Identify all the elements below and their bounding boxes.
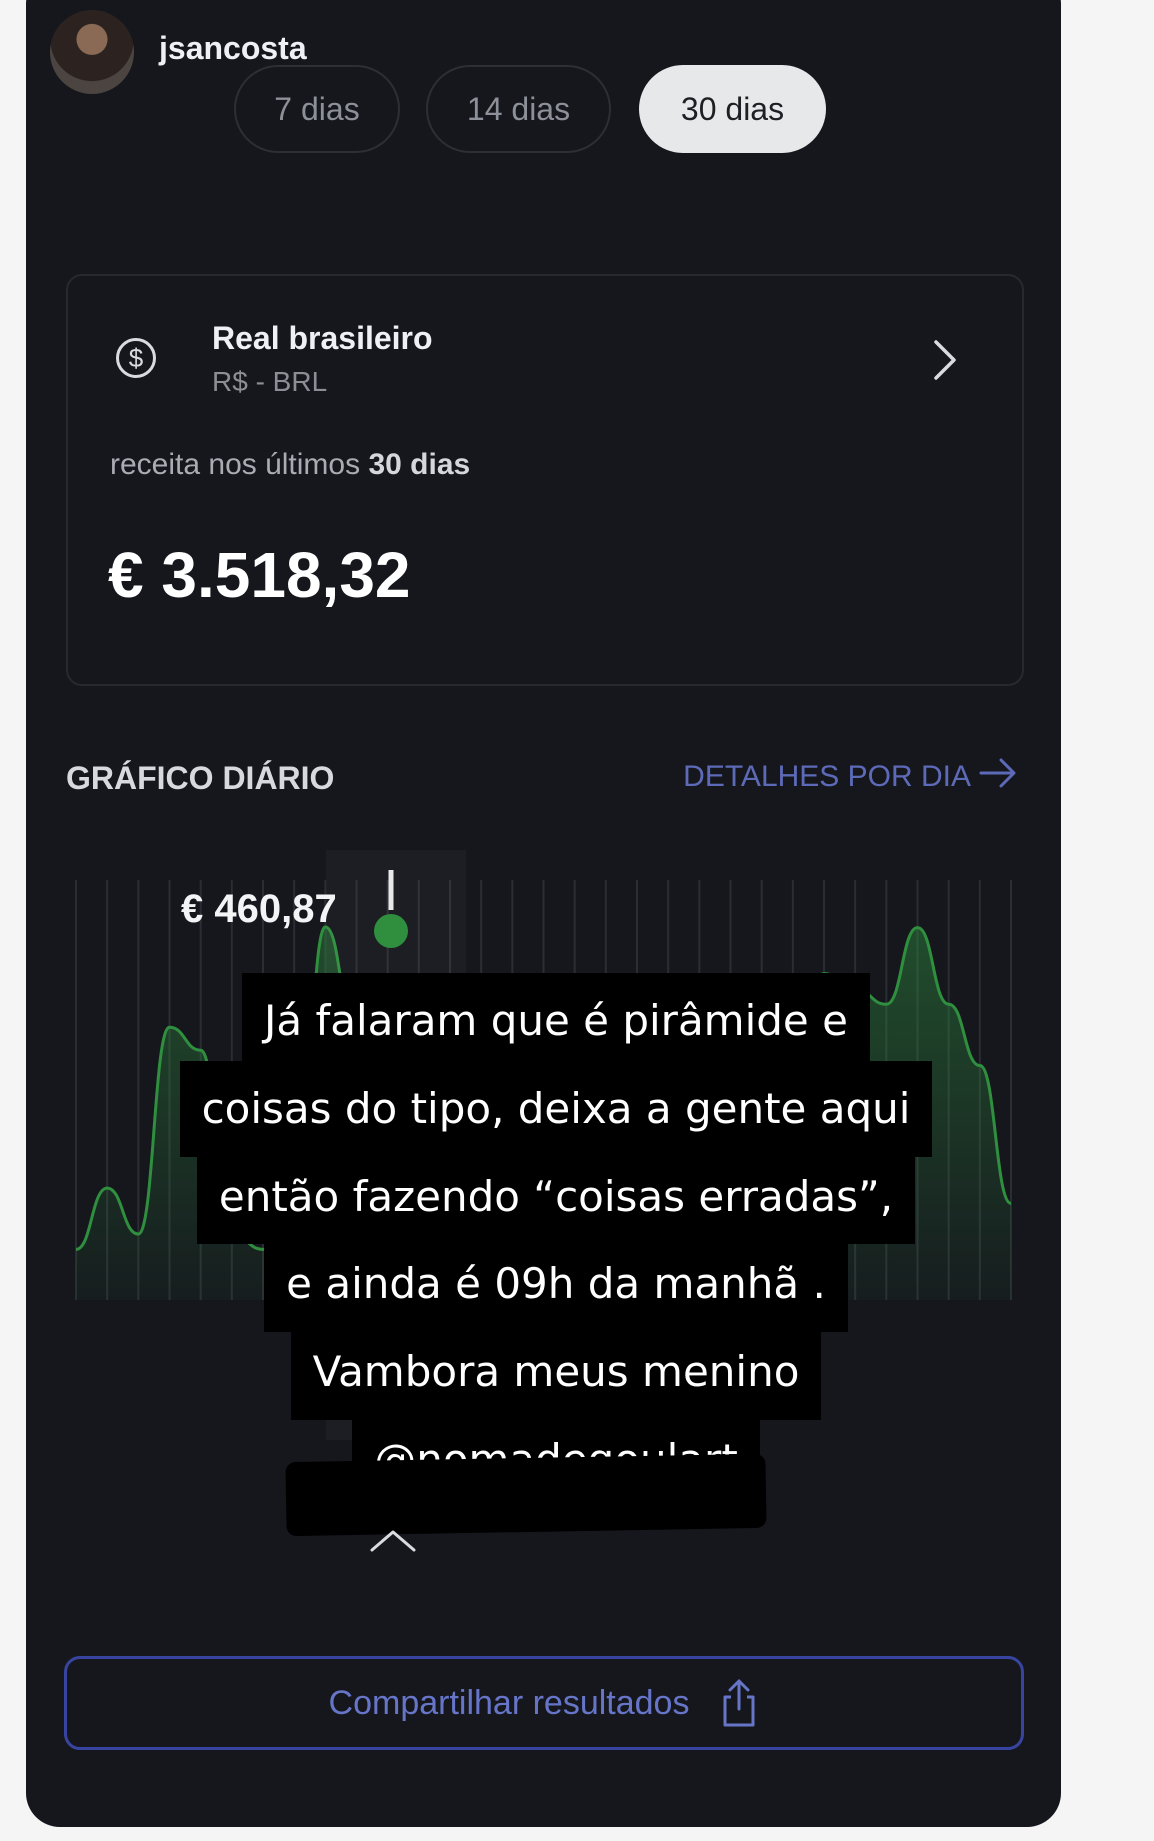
caption-line: então fazendo “coisas erradas”, bbox=[196, 1148, 916, 1245]
caption-line: Vambora meus menino bbox=[290, 1324, 822, 1420]
revenue-label: receita nos últimos 30 dias bbox=[110, 448, 470, 482]
redaction-scribble bbox=[285, 1453, 767, 1537]
caption-line: e ainda é 09h da manhã . bbox=[264, 1236, 848, 1333]
caption-line: coisas do tipo, deixa a gente aqui bbox=[179, 1060, 933, 1157]
chart-tooltip-value: € 460,87 bbox=[181, 887, 337, 931]
period-tab-7[interactable]: 7 dias bbox=[234, 65, 400, 153]
arrow-right-icon[interactable] bbox=[973, 748, 1023, 798]
revenue-amount: € 3.518,32 bbox=[108, 539, 411, 611]
share-icon bbox=[723, 1679, 755, 1727]
dollar-circle-icon: $ bbox=[116, 338, 156, 378]
avatar[interactable] bbox=[50, 10, 134, 94]
period-tab-14[interactable]: 14 dias bbox=[426, 65, 611, 153]
details-by-day-link[interactable]: DETALHES POR DIA bbox=[683, 760, 971, 794]
story-caption: Já falaram que é pirâmide e coisas do ti… bbox=[176, 973, 936, 1508]
revenue-period: 30 dias bbox=[368, 448, 471, 481]
currency-name: Real brasileiro bbox=[212, 320, 433, 356]
daily-chart-title: GRÁFICO DIÁRIO bbox=[66, 760, 335, 796]
username: jsancosta bbox=[159, 30, 307, 66]
share-results-button[interactable]: Compartilhar resultados bbox=[64, 1656, 1024, 1750]
caption-line: Já falaram que é pirâmide e bbox=[242, 973, 870, 1069]
currency-card[interactable]: $ Real brasileiro R$ - BRL receita nos ú… bbox=[66, 274, 1024, 686]
highlight-point[interactable] bbox=[374, 914, 408, 948]
app-screen: jsancosta 7 dias 14 dias 30 dias $ Real … bbox=[26, 0, 1061, 1827]
currency-code: R$ - BRL bbox=[212, 366, 328, 397]
period-tab-30[interactable]: 30 dias bbox=[639, 65, 826, 153]
revenue-prefix: receita nos últimos bbox=[110, 448, 361, 481]
chevron-right-icon[interactable] bbox=[916, 332, 972, 388]
chevron-up-icon[interactable] bbox=[368, 1526, 418, 1556]
share-label: Compartilhar resultados bbox=[328, 1683, 690, 1722]
